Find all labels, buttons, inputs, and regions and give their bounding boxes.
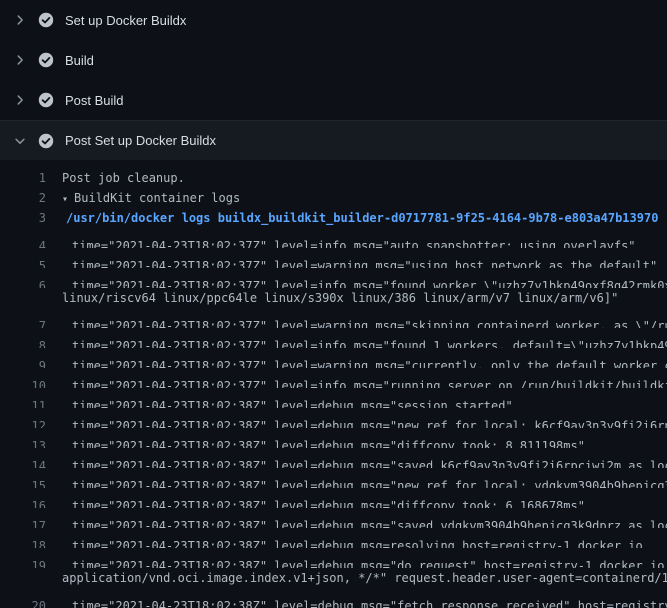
log-text: time="2021-04-23T18:02:37Z" level=info m… <box>46 336 667 348</box>
line-number[interactable]: 12 <box>0 416 46 428</box>
line-number[interactable]: 20 <box>0 596 46 608</box>
log-line: 12time="2021-04-23T18:02:38Z" level=debu… <box>0 408 667 428</box>
log-line: 19time="2021-04-23T18:02:38Z" level=debu… <box>0 548 667 568</box>
line-number[interactable]: 5 <box>0 256 46 268</box>
log-text: time="2021-04-23T18:02:38Z" level=debug … <box>46 436 585 448</box>
step-label: Build <box>65 53 94 68</box>
log-text: linux/riscv64 linux/ppc64le linux/s390x … <box>46 288 618 308</box>
group-label[interactable]: BuildKit container logs <box>74 191 240 205</box>
log-text: time="2021-04-23T18:02:37Z" level=warnin… <box>46 316 667 328</box>
chevron-right-icon <box>12 92 28 108</box>
log-text: Post job cleanup. <box>46 168 185 188</box>
log-line: 4time="2021-04-23T18:02:37Z" level=info … <box>0 228 667 248</box>
step-row-3[interactable]: Post Set up Docker Buildx <box>0 120 667 160</box>
step-label: Post Set up Docker Buildx <box>65 133 216 148</box>
log-line: 6time="2021-04-23T18:02:37Z" level=info … <box>0 268 667 288</box>
line-number[interactable]: 11 <box>0 396 46 408</box>
step-label: Set up Docker Buildx <box>65 13 186 28</box>
log-line: 11time="2021-04-23T18:02:38Z" level=debu… <box>0 388 667 408</box>
line-number <box>0 568 46 588</box>
log-line: 18time="2021-04-23T18:02:38Z" level=debu… <box>0 528 667 548</box>
step-row-0[interactable]: Set up Docker Buildx <box>0 0 667 40</box>
log-text: ▾ BuildKit container logs <box>46 188 240 208</box>
line-number[interactable]: 9 <box>0 356 46 368</box>
check-circle-icon <box>38 12 54 28</box>
line-number[interactable]: 13 <box>0 436 46 448</box>
log-text: time="2021-04-23T18:02:38Z" level=debug … <box>46 476 667 488</box>
log-text: time="2021-04-23T18:02:37Z" level=info m… <box>46 276 667 288</box>
log-text: time="2021-04-23T18:02:38Z" level=debug … <box>46 496 585 508</box>
log-text: time="2021-04-23T18:02:37Z" level=warnin… <box>46 356 667 368</box>
line-number[interactable]: 3 <box>0 208 46 228</box>
check-circle-icon <box>38 133 54 149</box>
log-line: 20time="2021-04-23T18:02:38Z" level=debu… <box>0 588 667 608</box>
line-number[interactable]: 10 <box>0 376 46 388</box>
line-number[interactable]: 4 <box>0 236 46 248</box>
log-line: 2 ▾ BuildKit container logs <box>0 188 667 208</box>
log-text: time="2021-04-23T18:02:37Z" level=info m… <box>46 236 636 248</box>
log-text: application/vnd.oci.image.index.v1+json,… <box>46 568 667 588</box>
line-number[interactable]: 6 <box>0 276 46 288</box>
step-label: Post Build <box>65 93 124 108</box>
line-number[interactable]: 18 <box>0 536 46 548</box>
log-line: application/vnd.oci.image.index.v1+json,… <box>0 568 667 588</box>
line-number[interactable]: 8 <box>0 336 46 348</box>
log-text: time="2021-04-23T18:02:38Z" level=debug … <box>46 396 513 408</box>
log-line: 5time="2021-04-23T18:02:37Z" level=warni… <box>0 248 667 268</box>
log-line: 14time="2021-04-23T18:02:38Z" level=debu… <box>0 448 667 468</box>
line-number <box>0 288 46 308</box>
log-text: time="2021-04-23T18:02:38Z" level=debug … <box>46 456 667 468</box>
log-line: 9time="2021-04-23T18:02:37Z" level=warni… <box>0 348 667 368</box>
log-text: time="2021-04-23T18:02:37Z" level=info m… <box>46 376 667 388</box>
check-circle-icon <box>38 92 54 108</box>
log-line: linux/riscv64 linux/ppc64le linux/s390x … <box>0 288 667 308</box>
actions-log-viewer: Set up Docker Buildx Build Post Build Post … <box>0 0 667 600</box>
line-number[interactable]: 2 <box>0 188 46 208</box>
line-number[interactable]: 14 <box>0 456 46 468</box>
step-row-2[interactable]: Post Build <box>0 80 667 120</box>
steps-list: Set up Docker Buildx Build Post Build Post … <box>0 0 667 160</box>
log-text: time="2021-04-23T18:02:38Z" level=debug … <box>46 556 667 568</box>
line-number[interactable]: 1 <box>0 168 46 188</box>
line-number[interactable]: 16 <box>0 496 46 508</box>
log-line: 1Post job cleanup. <box>0 168 667 188</box>
check-circle-icon <box>38 52 54 68</box>
log-line: 17time="2021-04-23T18:02:38Z" level=debu… <box>0 508 667 528</box>
log-text: time="2021-04-23T18:02:38Z" level=debug … <box>46 536 643 548</box>
step-row-1[interactable]: Build <box>0 40 667 80</box>
log-line: 16time="2021-04-23T18:02:38Z" level=debu… <box>0 488 667 508</box>
line-number[interactable]: 7 <box>0 316 46 328</box>
line-number[interactable]: 19 <box>0 556 46 568</box>
log-line: 13time="2021-04-23T18:02:38Z" level=debu… <box>0 428 667 448</box>
line-number[interactable]: 15 <box>0 476 46 488</box>
log-line: 15time="2021-04-23T18:02:38Z" level=debu… <box>0 468 667 488</box>
log-text: time="2021-04-23T18:02:38Z" level=debug … <box>46 416 667 428</box>
log-line: 10time="2021-04-23T18:02:37Z" level=info… <box>0 368 667 388</box>
group-toggle-icon[interactable]: ▾ <box>62 194 68 205</box>
log-line: 8time="2021-04-23T18:02:37Z" level=info … <box>0 328 667 348</box>
log-line: 3/usr/bin/docker logs buildx_buildkit_bu… <box>0 208 667 228</box>
log-text: time="2021-04-23T18:02:38Z" level=debug … <box>46 516 667 528</box>
log-text: time="2021-04-23T18:02:37Z" level=warnin… <box>46 256 657 268</box>
chevron-down-icon <box>12 133 28 149</box>
chevron-right-icon <box>12 12 28 28</box>
line-number[interactable]: 17 <box>0 516 46 528</box>
log-command-text: /usr/bin/docker logs buildx_buildkit_bui… <box>46 208 658 228</box>
log-line: 7time="2021-04-23T18:02:37Z" level=warni… <box>0 308 667 328</box>
chevron-right-icon <box>12 52 28 68</box>
log-lines: 1Post job cleanup.2 ▾ BuildKit container l… <box>0 160 667 608</box>
log-text: time="2021-04-23T18:02:38Z" level=debug … <box>46 596 667 608</box>
